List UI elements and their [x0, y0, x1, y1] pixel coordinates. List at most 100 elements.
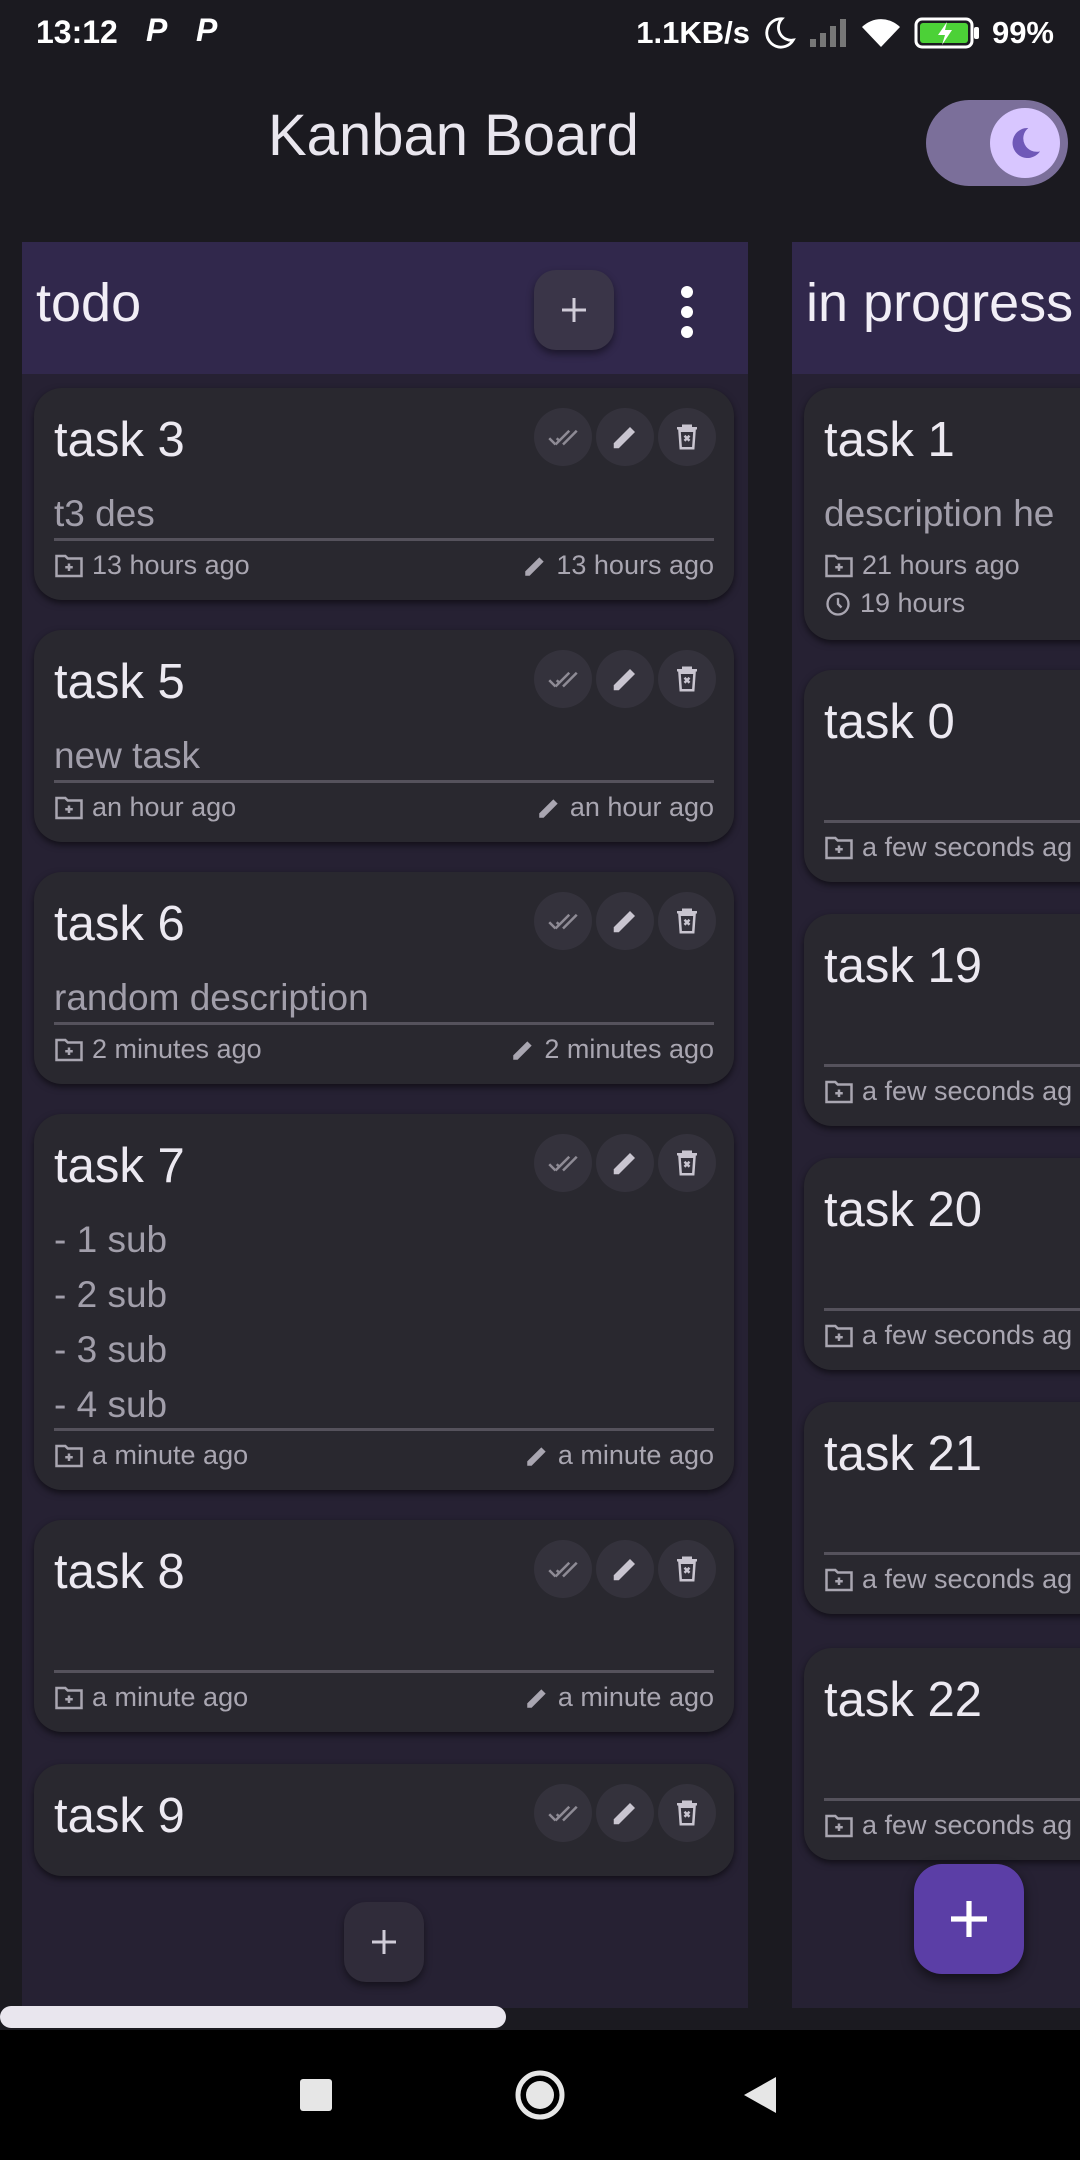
delete-button[interactable] — [658, 650, 716, 708]
task-card[interactable]: task 0 a few seconds ag — [804, 670, 1080, 882]
edit-icon — [613, 1803, 635, 1825]
task-card[interactable]: task 20 a few seconds ag — [804, 1158, 1080, 1370]
task-title: task 6 — [54, 897, 185, 951]
created-folder-icon — [825, 1080, 853, 1103]
task-description: random description — [54, 977, 369, 1018]
mark-done-button[interactable] — [534, 1134, 592, 1192]
delete-button[interactable] — [658, 1540, 716, 1598]
task-title: task 1 — [824, 413, 955, 467]
created-time: a few seconds ag — [862, 1810, 1073, 1840]
task-card[interactable]: task 8 a minute ago a minute ago — [34, 1520, 734, 1732]
toggle-thumb[interactable] — [990, 108, 1060, 178]
task-card[interactable]: task 19 a few seconds ag — [804, 914, 1080, 1126]
created-folder-icon — [55, 796, 83, 819]
column-menu-button[interactable] — [652, 272, 722, 352]
recents-button[interactable] — [256, 2030, 376, 2160]
delete-icon — [677, 1800, 697, 1826]
mark-done-button[interactable] — [534, 892, 592, 950]
task-card[interactable]: task 3 t3 des 13 hours ago 13 hours ago — [34, 388, 734, 600]
task-card[interactable]: task 6 random description 2 minutes ago … — [34, 872, 734, 1084]
divider — [824, 1798, 1080, 1801]
plus-icon — [562, 298, 586, 322]
add-fab-button[interactable] — [914, 1864, 1024, 1974]
edit-button[interactable] — [596, 1134, 654, 1192]
edit-button[interactable] — [596, 650, 654, 708]
created-time: a few seconds ag — [862, 1076, 1073, 1106]
delete-button[interactable] — [658, 892, 716, 950]
task-description: t3 des — [54, 493, 155, 534]
task-card[interactable]: task 5 new task an hour ago an hour ago — [34, 630, 734, 842]
edit-button[interactable] — [596, 1784, 654, 1842]
delete-button[interactable] — [658, 1784, 716, 1842]
delete-button[interactable] — [658, 1134, 716, 1192]
divider — [824, 1308, 1080, 1311]
created-time: 13 hours ago — [92, 550, 250, 580]
done-all-icon — [548, 671, 578, 688]
edited-time: 2 minutes ago — [544, 1034, 714, 1064]
edited-pencil-icon — [527, 1688, 546, 1708]
created-folder-icon — [825, 554, 853, 577]
network-speed: 1.1KB/s — [636, 15, 750, 50]
home-button[interactable] — [480, 2030, 600, 2160]
task-card[interactable]: task 22 a few seconds ag — [804, 1648, 1080, 1860]
mark-done-button[interactable] — [534, 1540, 592, 1598]
created-folder-icon — [55, 554, 83, 577]
delete-icon — [677, 424, 697, 450]
mark-done-button[interactable] — [534, 1784, 592, 1842]
task-title: task 8 — [54, 1545, 185, 1599]
task-card[interactable]: task 7 - 1 sub - 2 sub - 3 sub - 4 sub a… — [34, 1114, 734, 1490]
status-bar: 13:12 P P 1.1KB/s 99% — [0, 0, 1080, 66]
edited-pencil-icon — [525, 556, 545, 576]
created-time: 2 minutes ago — [92, 1034, 262, 1064]
created-time: a few seconds ag — [862, 1564, 1073, 1594]
back-button[interactable] — [700, 2030, 820, 2160]
edit-button[interactable] — [596, 892, 654, 950]
done-all-icon — [548, 1155, 578, 1172]
mark-done-button[interactable] — [534, 408, 592, 466]
task-card[interactable]: task 21 a few seconds ag — [804, 1402, 1080, 1614]
task-title: task 22 — [824, 1673, 982, 1727]
edited-pencil-icon — [539, 798, 558, 818]
add-task-bottom-button[interactable] — [344, 1902, 424, 1982]
edited-time: an hour ago — [569, 792, 714, 822]
clock-icon — [826, 591, 850, 616]
delete-icon — [677, 1556, 697, 1582]
edit-icon — [613, 427, 635, 449]
created-folder-icon — [825, 1814, 853, 1837]
task-description: - 1 sub - 2 sub - 3 sub - 4 sub — [54, 1219, 168, 1425]
divider — [54, 780, 714, 783]
add-task-button[interactable] — [534, 270, 614, 350]
task-title: task 0 — [824, 695, 955, 749]
mark-done-button[interactable] — [534, 650, 592, 708]
delete-button[interactable] — [658, 408, 716, 466]
divider — [824, 1552, 1080, 1555]
task-card[interactable]: task 1 description he 21 hours ago 19 ho… — [804, 388, 1080, 640]
created-time: 21 hours ago — [862, 550, 1020, 580]
done-all-icon — [548, 429, 578, 446]
theme-toggle[interactable] — [926, 100, 1068, 186]
divider — [54, 1428, 714, 1431]
home-circle-icon — [515, 2070, 565, 2120]
column-in-progress: in progress task 1 description he 21 hou… — [792, 242, 1080, 2008]
task-title: task 5 — [54, 655, 185, 709]
plus-icon — [951, 1901, 987, 1937]
moon-icon — [1012, 127, 1040, 158]
edit-button[interactable] — [596, 1540, 654, 1598]
created-folder-icon — [55, 1686, 83, 1709]
delete-icon — [677, 1150, 697, 1176]
horizontal-scrollbar[interactable] — [0, 2006, 506, 2028]
edit-icon — [613, 1559, 635, 1581]
task-description: description he — [824, 493, 1055, 534]
edit-button[interactable] — [596, 408, 654, 466]
notification-p-icon: P — [196, 12, 218, 48]
system-nav-bar — [0, 2030, 1080, 2160]
edited-time: a minute ago — [557, 1440, 714, 1470]
task-card[interactable]: task 9 — [34, 1764, 734, 1876]
created-time: an hour ago — [92, 792, 237, 822]
battery-charging-icon — [914, 16, 980, 50]
created-time: a minute ago — [92, 1440, 249, 1470]
created-folder-icon — [825, 1568, 853, 1591]
created-folder-icon — [825, 1324, 853, 1347]
back-triangle-icon — [744, 2077, 776, 2113]
created-folder-icon — [825, 836, 853, 859]
